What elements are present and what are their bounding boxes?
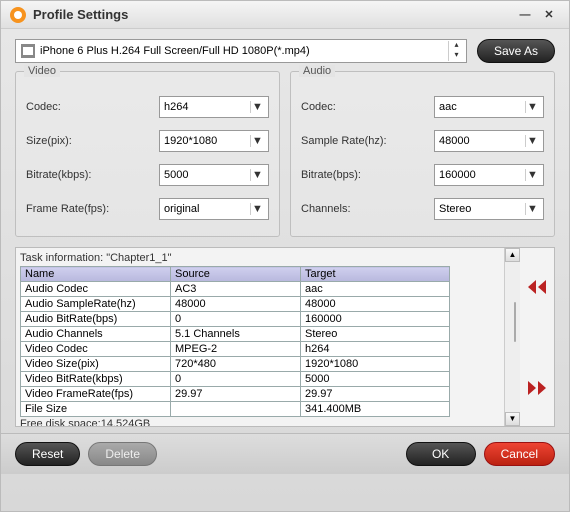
audio-codec-dropdown[interactable]: aac▼: [434, 96, 544, 118]
table-row[interactable]: Video BitRate(kbps)05000: [21, 372, 450, 387]
audio-group: Audio Codec: aac▼ Sample Rate(hz): 48000…: [290, 71, 555, 237]
scroll-thumb[interactable]: [514, 302, 516, 342]
table-scrollbar[interactable]: ▲ ▼: [504, 248, 520, 426]
chevron-down-icon: ▼: [250, 101, 264, 113]
cancel-button[interactable]: Cancel: [484, 442, 555, 466]
video-bitrate-dropdown[interactable]: 5000▼: [159, 164, 269, 186]
free-disk-label: Free disk space:14.524GB: [20, 418, 504, 426]
scroll-up-button[interactable]: ▲: [505, 248, 520, 262]
video-fps-dropdown[interactable]: original▼: [159, 198, 269, 220]
video-codec-label: Codec:: [26, 101, 159, 113]
profile-dropdown[interactable]: iPhone 6 Plus H.264 Full Screen/Full HD …: [15, 39, 467, 63]
prev-task-button[interactable]: [524, 276, 550, 298]
profile-spinner[interactable]: ▴▾: [448, 41, 464, 61]
video-size-label: Size(pix):: [26, 135, 159, 147]
window-title: Profile Settings: [33, 7, 513, 22]
chevron-down-icon: ▼: [525, 101, 539, 113]
col-target[interactable]: Target: [301, 267, 450, 282]
col-name[interactable]: Name: [21, 267, 171, 282]
mp4-icon: [20, 43, 36, 59]
next-task-button[interactable]: [524, 377, 550, 399]
table-row[interactable]: Video Size(pix)720*4801920*1080: [21, 357, 450, 372]
minimize-button[interactable]: —: [513, 7, 537, 23]
chevron-down-icon: ▼: [250, 135, 264, 147]
reset-button[interactable]: Reset: [15, 442, 80, 466]
chevron-down-icon: ▼: [525, 135, 539, 147]
delete-button[interactable]: Delete: [88, 442, 157, 466]
audio-channels-dropdown[interactable]: Stereo▼: [434, 198, 544, 220]
audio-channels-label: Channels:: [301, 203, 434, 215]
task-info-label: Task information: "Chapter1_1": [20, 252, 504, 264]
video-bitrate-label: Bitrate(kbps):: [26, 169, 159, 181]
task-info-table: Name Source Target Audio CodecAC3aacAudi…: [20, 266, 450, 417]
chevron-down-icon: ▼: [525, 169, 539, 181]
audio-rate-dropdown[interactable]: 48000▼: [434, 130, 544, 152]
video-group: Video Codec: h264▼ Size(pix): 1920*1080▼…: [15, 71, 280, 237]
audio-rate-label: Sample Rate(hz):: [301, 135, 434, 147]
chevron-down-icon: ▼: [525, 203, 539, 215]
video-codec-dropdown[interactable]: h264▼: [159, 96, 269, 118]
table-row[interactable]: File Size341.400MB: [21, 402, 450, 417]
chevron-down-icon: ▼: [250, 169, 264, 181]
table-row[interactable]: Audio CodecAC3aac: [21, 282, 450, 297]
close-button[interactable]: ✕: [537, 7, 561, 23]
table-row[interactable]: Audio SampleRate(hz)4800048000: [21, 297, 450, 312]
audio-legend: Audio: [299, 65, 335, 77]
table-row[interactable]: Video FrameRate(fps)29.9729.97: [21, 387, 450, 402]
table-row[interactable]: Video CodecMPEG-2h264: [21, 342, 450, 357]
audio-bitrate-dropdown[interactable]: 160000▼: [434, 164, 544, 186]
chevron-down-icon: ▼: [250, 203, 264, 215]
audio-codec-label: Codec:: [301, 101, 434, 113]
ok-button[interactable]: OK: [406, 442, 476, 466]
table-row[interactable]: Audio BitRate(bps)0160000: [21, 312, 450, 327]
video-fps-label: Frame Rate(fps):: [26, 203, 159, 215]
save-as-button[interactable]: Save As: [477, 39, 555, 63]
profile-selected-text: iPhone 6 Plus H.264 Full Screen/Full HD …: [40, 45, 448, 57]
app-icon: [9, 6, 27, 24]
video-legend: Video: [24, 65, 60, 77]
scroll-down-button[interactable]: ▼: [505, 412, 520, 426]
col-source[interactable]: Source: [171, 267, 301, 282]
table-row[interactable]: Audio Channels5.1 ChannelsStereo: [21, 327, 450, 342]
audio-bitrate-label: Bitrate(bps):: [301, 169, 434, 181]
video-size-dropdown[interactable]: 1920*1080▼: [159, 130, 269, 152]
